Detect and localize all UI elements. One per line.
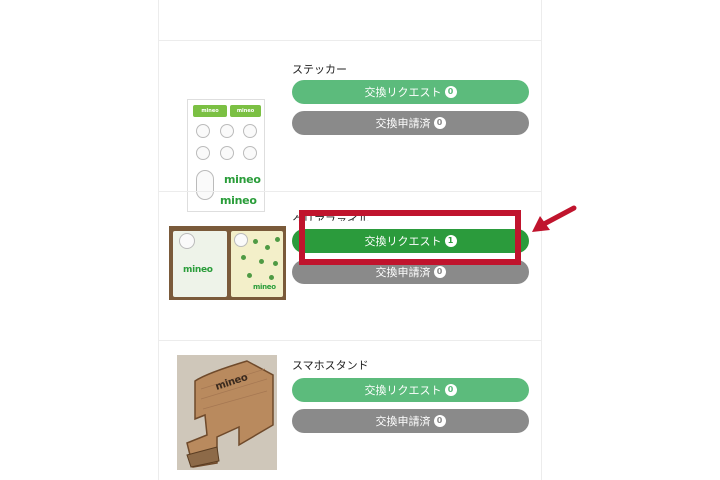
- mascot-sticker: [220, 124, 234, 138]
- goods-item-clear-file: mineo mineo クリアファイル 交換リクエスト 1 交換申請済 0: [159, 192, 541, 340]
- exchange-applied-button[interactable]: 交換申請済 0: [292, 111, 529, 135]
- exchange-request-button[interactable]: 交換リクエスト 1: [292, 229, 529, 253]
- button-label: 交換リクエスト: [364, 384, 442, 397]
- sticker-tag: mineo: [193, 105, 227, 117]
- mascot-figure: [179, 233, 195, 249]
- exchange-request-button[interactable]: 交換リクエスト 0: [292, 378, 529, 402]
- goods-title: スマホスタンド: [292, 359, 369, 372]
- phone-stand-image: mineo: [177, 355, 277, 470]
- mascot-sticker: [243, 146, 257, 160]
- button-label: 交換申請済: [375, 415, 431, 428]
- pattern-dot: [275, 237, 280, 242]
- clear-file-yellow: mineo: [231, 231, 283, 297]
- request-count-badge: 0: [444, 384, 457, 396]
- exchange-applied-button[interactable]: 交換申請済 0: [292, 409, 529, 433]
- goods-list-panel: mineo mineo mineo mineo ステッカー 交換リクエスト 0 …: [158, 0, 542, 480]
- pattern-dot: [259, 259, 264, 264]
- mineo-logo: mineo: [253, 283, 276, 291]
- pattern-dot: [247, 273, 252, 278]
- request-count-badge: 0: [444, 86, 457, 98]
- phone-stand-drawing: [177, 355, 277, 470]
- goods-title: クリアファイル: [292, 214, 369, 227]
- mineo-logo: mineo: [224, 173, 261, 186]
- exchange-request-button[interactable]: 交換リクエスト 0: [292, 80, 529, 104]
- goods-item-sticker: mineo mineo mineo mineo ステッカー 交換リクエスト 0 …: [159, 41, 541, 212]
- sticker-tag: mineo: [230, 105, 261, 117]
- mascot-sticker: [196, 124, 210, 138]
- mascot-sticker: [196, 146, 210, 160]
- mineo-logo: mineo: [183, 265, 213, 275]
- mascot-sticker: [243, 124, 257, 138]
- request-count-badge: 1: [444, 235, 457, 247]
- pattern-dot: [241, 255, 246, 260]
- mascot-figure: [234, 233, 248, 247]
- button-label: 交換リクエスト: [364, 86, 442, 99]
- red-arrow-icon: [532, 205, 577, 232]
- applied-count-badge: 0: [433, 266, 446, 278]
- exchange-applied-button[interactable]: 交換申請済 0: [292, 260, 529, 284]
- clear-file-white: mineo: [173, 231, 227, 297]
- goods-title: ステッカー: [292, 63, 347, 76]
- pattern-dot: [269, 275, 274, 280]
- pattern-dot: [253, 239, 258, 244]
- applied-count-badge: 0: [433, 117, 446, 129]
- clear-file-image: mineo mineo: [169, 226, 286, 300]
- button-label: 交換リクエスト: [364, 235, 442, 248]
- pattern-dot: [273, 261, 278, 266]
- goods-item-phone-stand: mineo スマホスタンド 交換リクエスト 0 交換申請済 0: [159, 341, 541, 480]
- pattern-dot: [265, 245, 270, 250]
- mascot-sticker: [220, 146, 234, 160]
- applied-count-badge: 0: [433, 415, 446, 427]
- button-label: 交換申請済: [375, 266, 431, 279]
- button-label: 交換申請済: [375, 117, 431, 130]
